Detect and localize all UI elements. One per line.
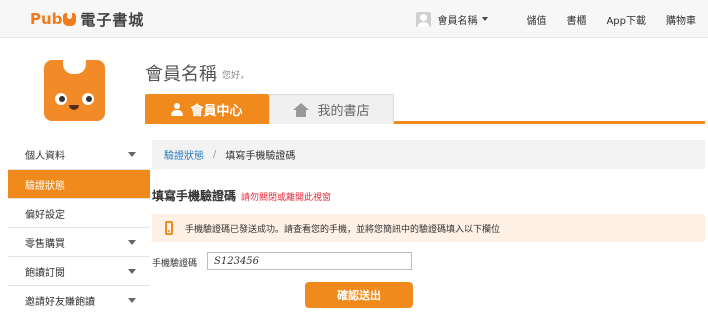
chevron-down-icon xyxy=(128,298,136,303)
tab-my-bookstore[interactable]: 我的書店 xyxy=(269,94,394,124)
breadcrumb-link-verification[interactable]: 驗證狀態 xyxy=(164,147,204,162)
nav-link-cart[interactable]: 購物車 xyxy=(666,12,696,27)
main-tabs: 會員中心 我的書店 xyxy=(145,94,705,124)
sms-sent-notice: 手機驗證碼已發送成功。請查看您的手機，並將您簡訊中的驗證碼填入以下欄位 xyxy=(152,214,705,242)
sidebar-item-label: 個人資料 xyxy=(25,151,65,162)
nav-link-bookshelf[interactable]: 書櫃 xyxy=(566,12,586,27)
sidebar-item-subscription[interactable]: 飽讀訂閱 xyxy=(8,256,150,285)
greeting-text: 您好， xyxy=(222,71,250,81)
mascot-ear-notch xyxy=(63,60,86,74)
section-title: 填寫手機驗證碼 xyxy=(152,189,237,203)
logo-mark: Pub xyxy=(30,10,77,28)
user-menu[interactable]: 會員名稱 xyxy=(416,11,489,27)
breadcrumb: 驗證狀態 / 填寫手機驗證碼 xyxy=(152,140,705,169)
verification-code-label: 手機驗證碼 xyxy=(152,259,198,269)
member-name: 會員名稱 xyxy=(145,64,217,85)
mascot-left-eye xyxy=(55,93,67,105)
mascot-right-eye xyxy=(82,93,94,105)
sidebar-item-retail-purchase[interactable]: 零售購買 xyxy=(8,227,150,256)
chevron-down-icon xyxy=(128,269,136,274)
person-icon xyxy=(171,102,184,116)
sidebar-item-invite-friends[interactable]: 邀請好友賺飽讀 xyxy=(8,285,150,314)
breadcrumb-current: 填寫手機驗證碼 xyxy=(225,151,296,162)
sidebar-item-label: 偏好設定 xyxy=(25,209,65,221)
nav-link-topup[interactable]: 儲值 xyxy=(526,12,546,27)
logo-prefix: Pub xyxy=(30,10,63,28)
verification-code-input[interactable] xyxy=(207,252,412,270)
home-icon xyxy=(293,102,310,117)
mascot-mouth xyxy=(69,105,79,110)
tab-member-center[interactable]: 會員中心 xyxy=(145,94,269,124)
site-logo[interactable]: Pub 電子書城 xyxy=(30,9,144,29)
sidebar-item-label: 邀請好友賺飽讀 xyxy=(25,296,95,308)
sidebar-item-label: 零售購買 xyxy=(25,238,65,250)
phone-icon xyxy=(165,221,173,235)
avatar-icon xyxy=(416,11,432,27)
sidebar-item-verification[interactable]: 驗證狀態 xyxy=(8,169,150,198)
logo-text: 電子書城 xyxy=(80,10,145,29)
chevron-down-icon xyxy=(128,152,136,157)
warning-text: 請勿關閉或離開此視窗 xyxy=(241,193,332,203)
sidebar-item-profile[interactable]: 個人資料 xyxy=(8,140,150,169)
notice-text: 手機驗證碼已發送成功。請查看您的手機，並將您簡訊中的驗證碼填入以下欄位 xyxy=(185,224,501,235)
sidebar: 個人資料 驗證狀態 偏好設定 零售購買 飽讀訂閱 邀請好友賺飽讀 xyxy=(8,140,150,314)
breadcrumb-separator: / xyxy=(213,149,217,160)
nav-link-app-download[interactable]: App下載 xyxy=(606,12,646,27)
top-navigation-bar: Pub 電子書城 會員名稱 儲值 書櫃 App下載 購物車 xyxy=(0,0,708,38)
user-menu-label: 會員名稱 xyxy=(437,15,478,27)
logo-u-icon xyxy=(63,13,77,26)
sidebar-item-label: 飽讀訂閱 xyxy=(25,267,65,279)
chevron-down-icon xyxy=(128,240,136,245)
confirm-submit-button[interactable]: 確認送出 xyxy=(305,282,413,308)
profile-mascot-icon xyxy=(44,60,105,121)
chevron-down-icon xyxy=(482,17,489,21)
sidebar-item-label: 驗證狀態 xyxy=(25,180,65,192)
tab-label: 我的書店 xyxy=(317,104,370,119)
top-nav-links: 會員名稱 儲值 書櫃 App下載 購物車 xyxy=(416,0,696,38)
tab-label: 會員中心 xyxy=(190,103,243,119)
sidebar-item-preferences[interactable]: 偏好設定 xyxy=(8,198,150,227)
